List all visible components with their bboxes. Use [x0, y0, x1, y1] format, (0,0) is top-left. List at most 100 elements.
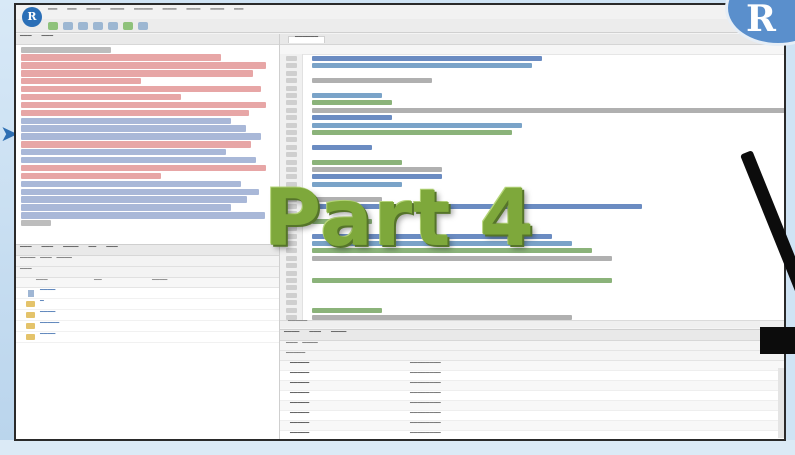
line-number — [286, 56, 297, 61]
line-number — [286, 292, 297, 298]
menu-item[interactable]: ▔▔ — [234, 9, 243, 16]
console-line — [21, 180, 241, 188]
line-number — [286, 159, 297, 165]
menu-item[interactable]: ▔▔▔ — [210, 9, 224, 16]
tab-plots[interactable]: ▔▔▔ — [42, 247, 54, 253]
folder-icon — [26, 301, 35, 307]
menu-item[interactable]: ▔▔▔ — [110, 9, 124, 16]
tab-terminal[interactable]: ▔▔▔ — [42, 36, 54, 42]
file-row[interactable]: ▔▔▔▔ — [16, 288, 279, 299]
console-line — [21, 204, 231, 211]
tab-history[interactable]: ▔▔▔ — [309, 332, 321, 338]
variable-value: ▔▔▔▔▔▔▔▔ — [410, 422, 441, 429]
variable-value: ▔▔▔▔▔▔▔▔ — [410, 382, 441, 389]
tab-packages[interactable]: ▔▔▔▔ — [63, 247, 78, 253]
variable-value: ▔▔▔▔▔▔▔▔ — [410, 372, 441, 379]
environment-row[interactable]: ▔▔▔▔▔ ▔▔▔▔▔▔▔▔ — [280, 381, 784, 391]
files-breadcrumb[interactable]: ▔▔▔ — [16, 267, 279, 278]
column-modified[interactable]: ▔▔▔▔ — [152, 280, 210, 286]
console-line — [21, 156, 256, 164]
line-number — [286, 100, 297, 106]
environment-row[interactable]: ▔▔▔▔▔ ▔▔▔▔▔▔▔▔ — [280, 391, 784, 401]
save-all-icon[interactable] — [93, 21, 103, 30]
environment-row[interactable]: ▔▔▔▔▔ ▔▔▔▔▔▔▔▔ — [280, 411, 784, 421]
console-line — [21, 117, 231, 124]
menu-item[interactable]: ▔▔▔▔ — [134, 9, 152, 16]
variable-value: ▔▔▔▔▔▔▔▔ — [410, 412, 441, 419]
save-icon[interactable] — [78, 21, 88, 30]
console-line — [21, 62, 266, 69]
variable-name: ▔▔▔▔▔ — [290, 382, 310, 389]
variable-name: ▔▔▔▔▔ — [290, 392, 310, 399]
new-file-icon[interactable] — [48, 21, 58, 30]
console-line — [21, 188, 259, 195]
files-header: ▔▔▔ ▔▔ ▔▔▔▔ — [16, 278, 279, 288]
variable-name: ▔▔▔▔▔ — [290, 372, 310, 379]
menu-item[interactable]: ▔▔▔ — [186, 9, 200, 16]
file-row[interactable]: ▔▔▔▔ — [16, 332, 279, 343]
environment-row[interactable]: ▔▔▔▔▔ ▔▔▔▔▔▔▔▔ — [280, 371, 784, 381]
line-number — [286, 107, 297, 113]
console-line — [21, 85, 261, 93]
variable-name: ▔▔▔▔▔ — [290, 422, 310, 429]
line-number — [286, 278, 297, 283]
print-icon[interactable] — [108, 21, 118, 30]
file-row[interactable]: ▔ — [16, 299, 279, 310]
code-line — [312, 159, 402, 165]
code-line — [312, 100, 392, 106]
console-prompt[interactable] — [21, 220, 51, 227]
badge-letter: R — [746, 0, 776, 40]
console-line — [21, 101, 266, 109]
variable-name: ▔▔▔▔▔ — [290, 402, 310, 409]
addins-icon[interactable] — [138, 21, 148, 30]
console-line — [21, 149, 226, 156]
tab-help[interactable]: ▔▔ — [88, 247, 96, 253]
tab-files[interactable]: ▔▔▔ — [20, 247, 32, 253]
menu-item[interactable]: ▔▔▔ — [163, 9, 177, 16]
background-bottom-strip — [0, 440, 795, 455]
tab-environment[interactable]: ▔▔▔▔ — [284, 332, 299, 338]
go-to-file-icon[interactable] — [123, 21, 133, 30]
console-line — [21, 70, 253, 77]
files-pane: ▔▔▔ ▔▔▔ ▔▔▔▔ ▔▔ ▔▔▔ ▔▔▔▔ ▔▔▔ ▔▔▔▔ ▔▔▔ ▔▔… — [16, 245, 280, 439]
file-icon — [28, 289, 34, 297]
code-line — [312, 63, 532, 69]
console-line — [21, 196, 247, 203]
line-number — [286, 63, 297, 69]
main-toolbar — [16, 19, 784, 33]
file-row[interactable]: ▔▔▔▔▔ — [16, 321, 279, 332]
menu-item[interactable]: ▔▔ — [67, 9, 76, 16]
line-number — [286, 130, 297, 135]
file-row[interactable]: ▔▔▔▔ — [16, 310, 279, 321]
line-number — [286, 144, 297, 150]
code-line — [312, 78, 432, 84]
code-line — [312, 307, 382, 313]
environment-tabs: ▔▔▔▔ ▔▔▔ ▔▔▔▔ — [280, 330, 784, 341]
open-file-icon[interactable] — [63, 21, 73, 30]
console-line — [21, 125, 246, 132]
line-number — [286, 122, 297, 128]
code-line — [312, 130, 512, 135]
code-line — [312, 278, 612, 283]
line-number — [286, 70, 297, 76]
environment-row[interactable]: ▔▔▔▔▔ ▔▔▔▔▔▔▔▔ — [280, 431, 784, 439]
editor-tab[interactable]: ▔▔▔▔▔▔ — [288, 35, 326, 43]
environment-pane: ▔▔▔▔ ▔▔▔ ▔▔▔▔ ▔▔▔ ▔▔▔▔ ▔▔▔▔▔ ▔▔▔▔▔ ▔▔▔▔▔▔… — [280, 329, 784, 439]
environment-scope[interactable]: ▔▔▔▔▔ — [280, 351, 784, 361]
environment-row[interactable]: ▔▔▔▔▔ ▔▔▔▔▔▔▔▔ — [280, 401, 784, 411]
environment-row[interactable]: ▔▔▔▔▔ ▔▔▔▔▔▔▔▔ — [280, 421, 784, 431]
tab-viewer[interactable]: ▔▔▔ — [106, 247, 118, 253]
variable-name: ▔▔▔▔▔ — [290, 432, 310, 439]
menu-item[interactable]: ▔▔▔ — [86, 9, 100, 16]
column-size[interactable]: ▔▔ — [94, 280, 152, 286]
environment-row[interactable]: ▔▔▔▔▔ ▔▔▔▔▔▔▔▔ — [280, 361, 784, 371]
console-line — [21, 78, 141, 85]
variable-value: ▔▔▔▔▔▔▔▔ — [410, 362, 441, 369]
column-name[interactable]: ▔▔▔ — [36, 280, 94, 286]
menu-item[interactable]: ▔▔ — [48, 9, 57, 16]
tab-connections[interactable]: ▔▔▔▔ — [331, 332, 346, 338]
code-line — [312, 144, 372, 150]
r-logo-icon[interactable]: R — [22, 7, 42, 27]
environment-scrollbar[interactable] — [778, 368, 784, 438]
tab-console[interactable]: ▔▔▔ — [20, 36, 32, 42]
